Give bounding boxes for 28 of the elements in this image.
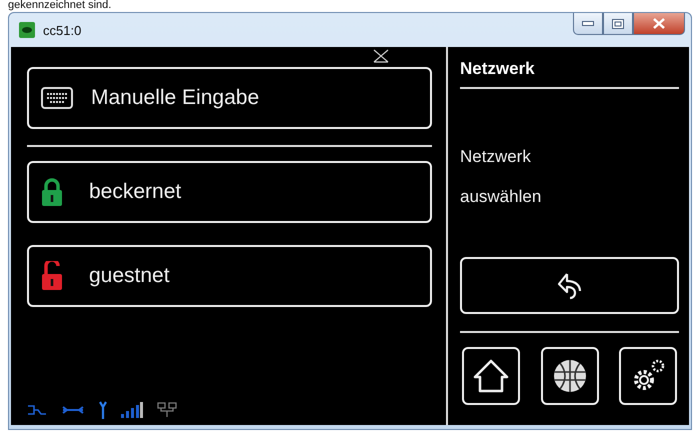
network-icon (157, 402, 177, 418)
manual-entry-button[interactable]: Manuelle Eingabe (27, 67, 432, 129)
app-icon (19, 22, 35, 38)
signal-bars-icon (121, 402, 143, 418)
network-button[interactable]: beckernet (27, 161, 432, 223)
antenna-icon (99, 401, 107, 419)
plug-icon (27, 404, 47, 416)
minimize-icon (582, 20, 594, 26)
home-icon (473, 359, 509, 393)
minimize-button[interactable] (573, 13, 603, 35)
close-icon[interactable] (373, 49, 389, 63)
panel-heading: Netzwerk (460, 58, 536, 80)
keyboard-icon (41, 87, 73, 109)
globe-button[interactable] (540, 347, 598, 405)
maximize-button[interactable] (603, 13, 633, 35)
link-icon (61, 405, 85, 415)
back-button[interactable] (460, 257, 679, 314)
close-button[interactable] (633, 13, 685, 35)
globe-icon (552, 358, 588, 394)
maximize-icon (612, 18, 624, 28)
network-button[interactable]: guestnet (27, 245, 432, 307)
settings-button[interactable] (619, 347, 677, 405)
home-button[interactable] (462, 347, 520, 405)
instruction-text: Netzwerk auswählen (460, 146, 542, 208)
back-arrow-icon (556, 272, 582, 300)
window-title: cc51:0 (43, 22, 82, 38)
caption-text: gekennzeichnet sind. (7, 0, 112, 12)
close-icon (653, 18, 665, 29)
